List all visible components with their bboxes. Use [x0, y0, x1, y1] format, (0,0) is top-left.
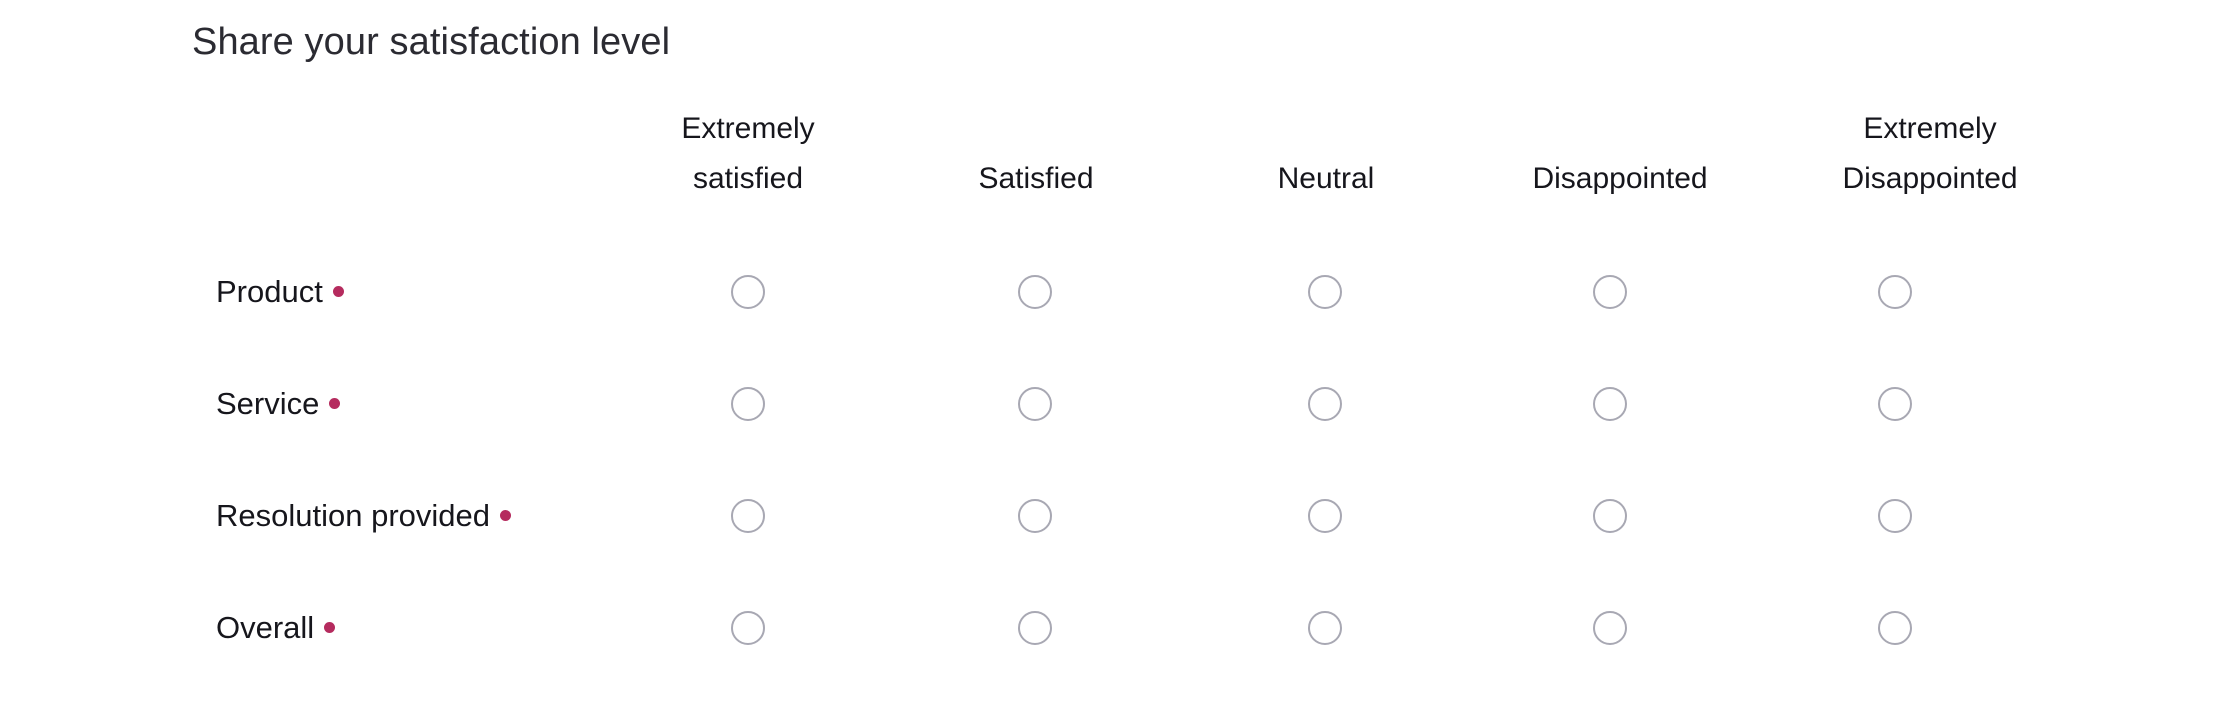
radio-button-icon[interactable]: [1308, 611, 1342, 645]
table-row: Resolution provided: [0, 460, 2214, 572]
radio-button-icon[interactable]: [1878, 611, 1912, 645]
radio-button-icon[interactable]: [1593, 611, 1627, 645]
row-label-3: Overall: [216, 572, 336, 684]
column-header-2: Neutral: [1198, 104, 1454, 204]
required-dot-icon: [324, 621, 336, 633]
radio-button-icon[interactable]: [1878, 387, 1912, 421]
radio-button-icon[interactable]: [1593, 275, 1627, 309]
radio-cell-r2-c2[interactable]: [1297, 460, 1353, 572]
column-header-0: Extremely satisfied: [620, 104, 876, 204]
radio-cell-r3-c4[interactable]: [1867, 572, 1923, 684]
column-header-line: Disappointed: [1532, 162, 1708, 195]
radio-cell-r0-c2[interactable]: [1297, 236, 1353, 348]
radio-cell-r0-c4[interactable]: [1867, 236, 1923, 348]
column-header-1: Satisfied: [908, 104, 1164, 204]
row-label-2: Resolution provided: [216, 460, 512, 572]
radio-cell-r2-c4[interactable]: [1867, 460, 1923, 572]
column-header-4: Extremely Disappointed: [1760, 104, 2100, 204]
radio-cell-r1-c2[interactable]: [1297, 348, 1353, 460]
matrix-column-headers: Extremely satisfied Satisfied Neutral Disapp…: [0, 104, 2214, 204]
row-label-text: Overall: [216, 610, 315, 645]
required-dot-icon: [500, 509, 512, 521]
radio-cell-r0-c1[interactable]: [1007, 236, 1063, 348]
radio-button-icon[interactable]: [1593, 387, 1627, 421]
radio-button-icon[interactable]: [731, 275, 765, 309]
radio-cell-r1-c1[interactable]: [1007, 348, 1063, 460]
radio-cell-r3-c2[interactable]: [1297, 572, 1353, 684]
required-dot-icon: [329, 397, 341, 409]
table-row: Service: [0, 348, 2214, 460]
table-row: Overall: [0, 572, 2214, 684]
row-label-1: Service: [216, 348, 341, 460]
radio-cell-r2-c1[interactable]: [1007, 460, 1063, 572]
radio-cell-r3-c3[interactable]: [1582, 572, 1638, 684]
radio-button-icon[interactable]: [1018, 275, 1052, 309]
radio-button-icon[interactable]: [1308, 275, 1342, 309]
column-header-line: Neutral: [1277, 162, 1375, 195]
radio-button-icon[interactable]: [1593, 499, 1627, 533]
row-label-0: Product: [216, 236, 344, 348]
column-header-line: satisfied: [692, 162, 804, 195]
radio-button-icon[interactable]: [731, 499, 765, 533]
radio-button-icon[interactable]: [1018, 611, 1052, 645]
row-label-text: Product: [216, 274, 323, 309]
radio-cell-r0-c3[interactable]: [1582, 236, 1638, 348]
radio-button-icon[interactable]: [1308, 499, 1342, 533]
radio-button-icon[interactable]: [1018, 499, 1052, 533]
radio-cell-r3-c0[interactable]: [720, 572, 776, 684]
radio-button-icon[interactable]: [731, 387, 765, 421]
radio-cell-r1-c0[interactable]: [720, 348, 776, 460]
radio-cell-r0-c0[interactable]: [720, 236, 776, 348]
page-title: Share your satisfaction level: [192, 21, 671, 63]
row-label-text: Service: [216, 386, 320, 421]
radio-button-icon[interactable]: [1018, 387, 1052, 421]
radio-cell-r1-c3[interactable]: [1582, 348, 1638, 460]
column-header-line: Extremely: [681, 112, 815, 145]
radio-button-icon[interactable]: [731, 611, 765, 645]
satisfaction-matrix-question: Share your satisfaction level Extremely s…: [0, 0, 2214, 720]
row-label-text: Resolution provided: [216, 498, 491, 533]
column-header-line: Satisfied: [978, 162, 1094, 195]
required-dot-icon: [332, 285, 344, 297]
radio-button-icon[interactable]: [1878, 275, 1912, 309]
radio-cell-r2-c0[interactable]: [720, 460, 776, 572]
radio-cell-r3-c1[interactable]: [1007, 572, 1063, 684]
radio-cell-r2-c3[interactable]: [1582, 460, 1638, 572]
column-header-line: Disappointed: [1842, 162, 2018, 195]
radio-button-icon[interactable]: [1308, 387, 1342, 421]
radio-button-icon[interactable]: [1878, 499, 1912, 533]
radio-cell-r1-c4[interactable]: [1867, 348, 1923, 460]
column-header-line: Extremely: [1863, 112, 1997, 145]
table-row: Product: [0, 236, 2214, 348]
column-header-3: Disappointed: [1460, 104, 1780, 204]
